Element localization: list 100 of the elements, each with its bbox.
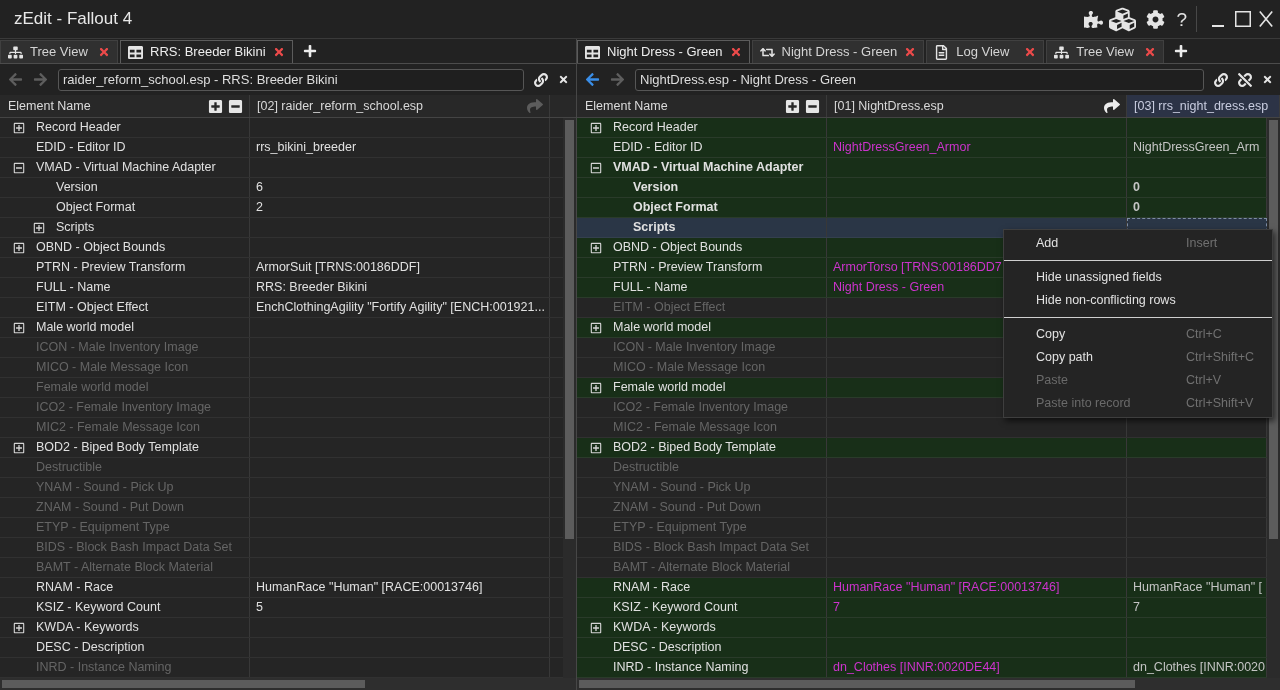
- table-row[interactable]: Object Format 2: [0, 198, 563, 218]
- table-row[interactable]: DESC - Description: [0, 638, 563, 658]
- field-name: INRD - Instance Naming: [613, 659, 749, 677]
- link-icon[interactable]: [1214, 72, 1228, 87]
- table-row[interactable]: EDID - Editor ID NightDressGreen_Armor NightDressGreen_Arm: [577, 138, 1267, 158]
- table-row[interactable]: Male world model: [0, 318, 563, 338]
- field-name: ETYP - Equipment Type: [613, 519, 747, 537]
- field-value: 0: [1133, 199, 1140, 217]
- tab[interactable]: RRS: Breeder Bikini: [120, 40, 293, 63]
- table-row[interactable]: FULL - Name RRS: Breeder Bikini: [0, 278, 563, 298]
- address-field[interactable]: raider_reform_school.esp - RRS: Breeder Bikini: [58, 68, 524, 91]
- field-value: 6: [256, 179, 263, 197]
- field-name: PTRN - Preview Transform: [613, 259, 763, 277]
- field-value: dn_Clothes [INNR:0020: [1133, 659, 1266, 677]
- table-row[interactable]: Version 0: [577, 178, 1267, 198]
- scrollbar-thumb[interactable]: [579, 680, 1135, 688]
- shortcut-text: Ctrl+Shift+V: [1186, 395, 1254, 413]
- field-value: NightDressGreen_Arm: [1133, 139, 1260, 157]
- field-name: YNAM - Sound - Pick Up: [36, 479, 174, 497]
- field-name: Destructible: [613, 459, 679, 477]
- table-row[interactable]: BOD2 - Biped Body Template: [577, 438, 1267, 458]
- settings-icon[interactable]: [1146, 9, 1166, 29]
- column-title: Element Name: [585, 97, 668, 115]
- left-arrow-icon[interactable]: [585, 72, 600, 87]
- plus-icon[interactable]: [302, 44, 317, 58]
- table-row[interactable]: OBND - Object Bounds: [0, 238, 563, 258]
- broken-link-icon[interactable]: [1238, 72, 1252, 87]
- field-name: KSIZ - Keyword Count: [36, 599, 161, 617]
- cubes-icon[interactable]: [1109, 5, 1137, 33]
- tab[interactable]: Night Dress - Green: [577, 40, 750, 63]
- field-name: ZNAM - Sound - Put Down: [36, 499, 184, 517]
- field-name: VMAD - Virtual Machine Adapter: [613, 159, 804, 177]
- field-name: DESC - Description: [613, 639, 722, 657]
- field-name: INRD - Instance Naming: [36, 659, 172, 677]
- table-row[interactable]: RNAM - Race HumanRace "Human" [RACE:00013746]: [0, 578, 563, 598]
- field-name: RNAM - Race: [36, 579, 114, 597]
- close-icon[interactable]: [558, 74, 569, 85]
- table-row[interactable]: Record Header: [0, 118, 563, 138]
- table-row[interactable]: KWDA - Keywords: [0, 618, 563, 638]
- table-row[interactable]: VMAD - Virtual Machine Adapter: [577, 158, 1267, 178]
- table-row[interactable]: INRD - Instance Naming dn_Clothes [INNR:0020DE44] dn_Clothes [INNR:0020: [577, 658, 1267, 678]
- table-row[interactable]: RNAM - Race HumanRace "Human" [RACE:00013746] HumanRace "Human" [: [577, 578, 1267, 598]
- scrollbar-thumb[interactable]: [565, 120, 574, 539]
- column-title: [01] NightDress.esp: [834, 97, 944, 115]
- field-name: BIDS - Block Bash Impact Data Set: [613, 539, 809, 557]
- field-name: Object Format: [56, 199, 136, 217]
- table-row[interactable]: Scripts: [0, 218, 563, 238]
- address-field[interactable]: NightDress.esp - Night Dress - Green: [635, 68, 1204, 91]
- field-name: BAMT - Alternate Block Material: [613, 559, 790, 577]
- field-name: FULL - Name: [36, 279, 111, 297]
- field-value: HumanRace "Human" [RACE:00013746]: [256, 579, 483, 597]
- close-icon[interactable]: [1259, 11, 1273, 27]
- puzzle-icon[interactable]: [1084, 9, 1104, 29]
- document-icon: [934, 44, 950, 60]
- scrollbar-thumb[interactable]: [2, 680, 366, 688]
- table-row[interactable]: PTRN - Preview Transform ArmorSuit [TRNS:00186DDF]: [0, 258, 563, 278]
- link-icon[interactable]: [534, 72, 548, 87]
- field-name: MIC2 - Female Message Icon: [613, 419, 777, 437]
- table-row[interactable]: DESC - Description: [577, 638, 1267, 658]
- table-row[interactable]: KSIZ - Keyword Count 5: [0, 598, 563, 618]
- field-value: HumanRace "Human" [RACE:00013746]: [833, 579, 1060, 597]
- tab[interactable]: Tree View: [0, 40, 118, 63]
- table-row[interactable]: Version 6: [0, 178, 563, 198]
- tab[interactable]: Log View: [926, 40, 1045, 63]
- field-name: Version: [56, 179, 98, 197]
- shortcut-text: Insert: [1186, 235, 1218, 253]
- tab[interactable]: Night Dress - Green: [751, 40, 925, 63]
- field-name: VMAD - Virtual Machine Adapter: [36, 159, 216, 177]
- close-icon[interactable]: [1262, 74, 1273, 85]
- field-value: 0: [1133, 179, 1140, 197]
- field-name: DESC - Description: [36, 639, 145, 657]
- maximize-icon[interactable]: [1235, 11, 1251, 27]
- hierarchy-icon: [1054, 44, 1070, 60]
- field-name: EDID - Editor ID: [36, 139, 126, 157]
- table-row[interactable]: Record Header: [577, 118, 1267, 138]
- field-name: BIDS - Block Bash Impact Data Set: [36, 539, 232, 557]
- column-header[interactable]: [03] rrs_night_dress.esp: [1127, 95, 1280, 117]
- table-row[interactable]: KWDA - Keywords: [577, 618, 1267, 638]
- table-row[interactable]: Object Format 0: [577, 198, 1267, 218]
- field-name: Female world model: [36, 379, 149, 397]
- curved-arrow-icon[interactable]: [1104, 98, 1120, 114]
- table-row[interactable]: EDID - Editor ID rrs_bikini_breeder: [0, 138, 563, 158]
- field-name: OBND - Object Bounds: [613, 239, 743, 257]
- field-name: ICON - Male Inventory Image: [613, 339, 776, 357]
- field-name: KWDA - Keywords: [613, 619, 716, 637]
- field-value: HumanRace "Human" [: [1133, 579, 1263, 597]
- table-row[interactable]: BOD2 - Biped Body Template: [0, 438, 563, 458]
- table-row[interactable]: EITM - Object Effect EnchClothingAgility "Fortify Agility" [ENCH:001921...: [0, 298, 563, 318]
- tab[interactable]: Tree View: [1046, 40, 1165, 63]
- field-name: Scripts: [56, 219, 95, 237]
- field-name: Scripts: [633, 219, 676, 237]
- field-name: KWDA - Keywords: [36, 619, 139, 637]
- plus-icon[interactable]: [1174, 44, 1189, 58]
- help-button[interactable]: ?: [1176, 9, 1187, 29]
- table-row[interactable]: VMAD - Virtual Machine Adapter: [0, 158, 563, 178]
- field-name: ICO2 - Female Inventory Image: [613, 399, 789, 417]
- field-name: Record Header: [613, 119, 698, 137]
- field-value: 7: [833, 599, 840, 617]
- field-name: ICON - Male Inventory Image: [36, 339, 199, 357]
- table-row[interactable]: KSIZ - Keyword Count 7 7: [577, 598, 1267, 618]
